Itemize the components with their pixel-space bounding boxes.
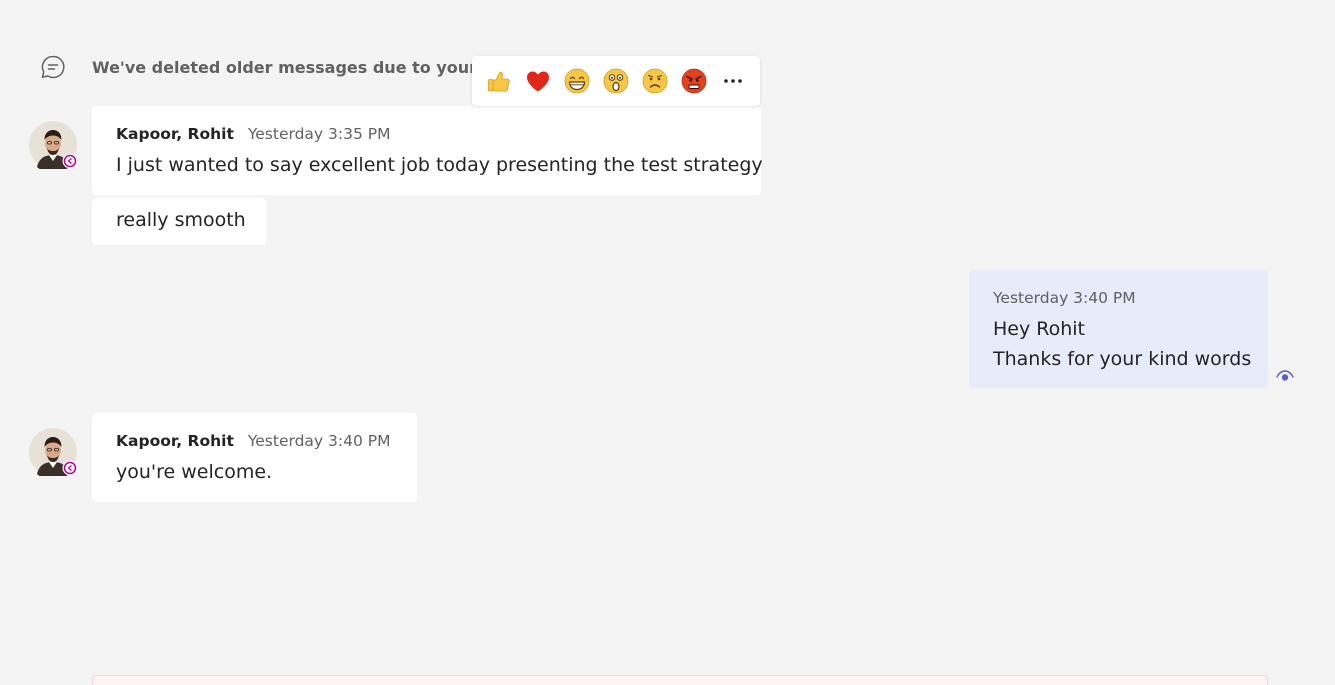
surprised-icon[interactable] xyxy=(602,67,630,95)
message-bubble-continuation[interactable]: really smooth xyxy=(92,198,266,245)
message-text: you're welcome. xyxy=(116,461,273,483)
chat-bubble-icon xyxy=(40,54,66,80)
reaction-bar xyxy=(472,56,760,106)
message-text: really smooth xyxy=(116,209,246,231)
laugh-icon[interactable] xyxy=(563,67,591,95)
thumbs-up-icon[interactable] xyxy=(485,67,513,95)
avatar[interactable] xyxy=(29,428,78,481)
system-notice-text: We've deleted older messages due to your… xyxy=(92,58,513,77)
avatar[interactable] xyxy=(29,121,78,174)
own-message-bubble[interactable]: Yesterday 3:40 PM Hey Rohit Thanks for y… xyxy=(969,270,1268,388)
message-text: Thanks for your kind words xyxy=(993,348,1252,370)
system-notice: We've deleted older messages due to your… xyxy=(40,52,513,82)
message-text: I just wanted to say excellent job today… xyxy=(116,154,763,176)
message-timestamp: Yesterday 3:40 PM xyxy=(993,289,1136,307)
message-author[interactable]: Kapoor, Rohit xyxy=(116,432,234,450)
more-options-icon[interactable] xyxy=(719,67,747,95)
angry-icon[interactable] xyxy=(680,67,708,95)
message-bubble[interactable]: Kapoor, Rohit Yesterday 3:35 PM I just wa… xyxy=(92,106,763,195)
heart-icon[interactable] xyxy=(524,67,552,95)
message-text: Hey Rohit xyxy=(993,318,1086,340)
message-timestamp: Yesterday 3:35 PM xyxy=(247,125,391,143)
sad-icon[interactable] xyxy=(641,67,669,95)
compose-box[interactable] xyxy=(92,675,1268,685)
message-bubble[interactable]: Kapoor, Rohit Yesterday 3:40 PM you're we… xyxy=(92,413,417,502)
message-author[interactable]: Kapoor, Rohit xyxy=(116,125,234,143)
message-timestamp: Yesterday 3:40 PM xyxy=(247,432,391,450)
read-receipt-eye-icon[interactable] xyxy=(1276,368,1294,382)
